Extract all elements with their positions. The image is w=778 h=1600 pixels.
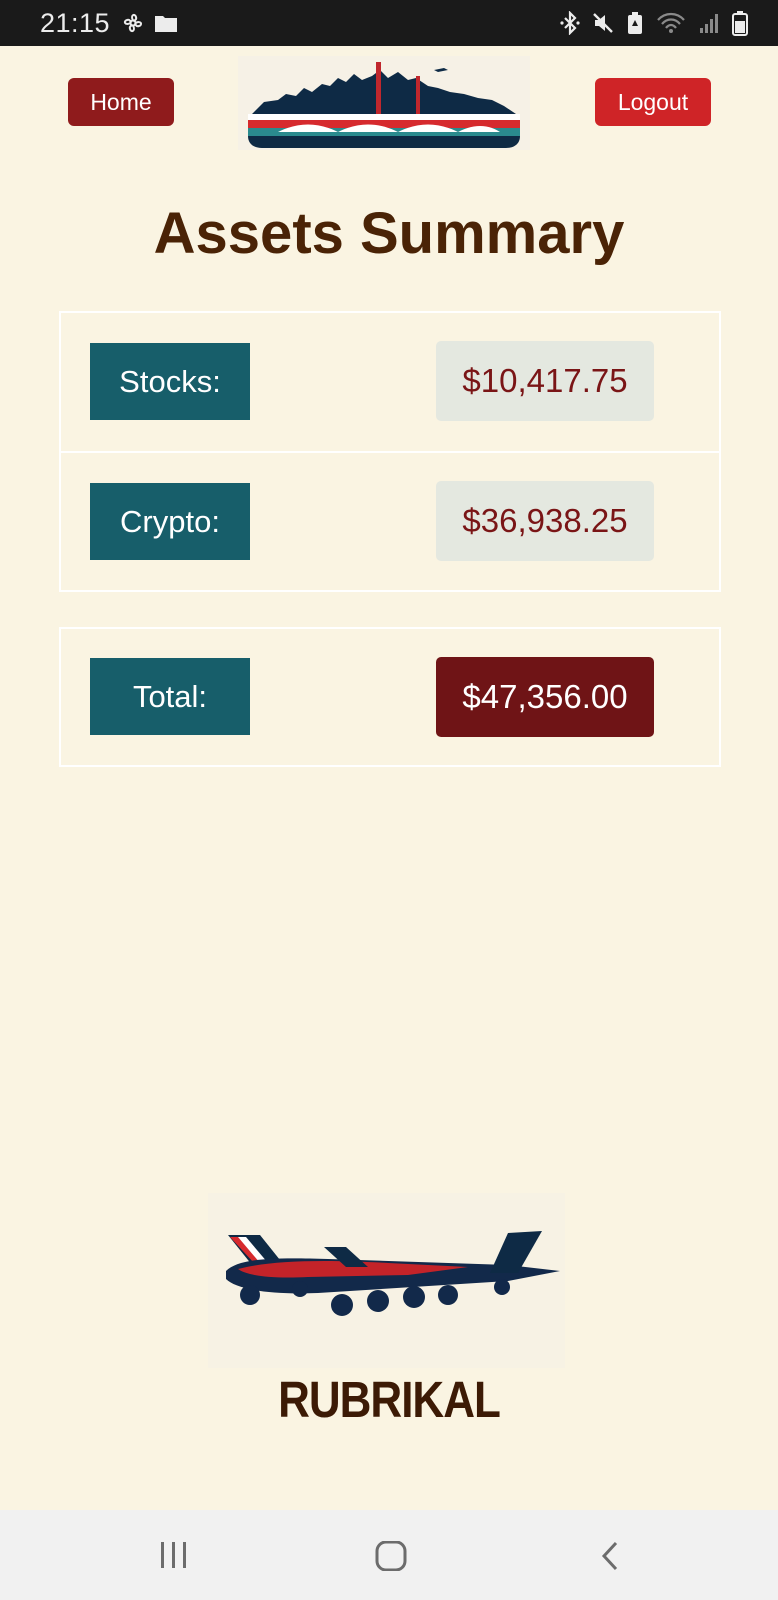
back-icon[interactable] [598,1541,622,1576]
assets-card: Stocks: $10,417.75 Crypto: $36,938.25 [59,311,721,592]
asset-row-crypto: Crypto: $36,938.25 [61,453,719,593]
wifi-icon [656,11,686,35]
folder-icon [154,13,178,33]
brand-name: RUBRIKAL [278,1372,501,1429]
total-label: Total: [90,658,250,735]
home-button[interactable]: Home [68,78,174,126]
asset-label: Stocks: [90,343,250,420]
total-value: $47,356.00 [436,657,654,737]
page-title: Assets Summary [153,201,625,266]
city-skyline-logo[interactable] [238,56,530,150]
status-bar: 21:15 [0,0,778,46]
battery-icon [732,10,748,36]
asset-value: $10,417.75 [436,341,654,421]
asset-value: $36,938.25 [436,481,654,561]
signal-icon [698,12,720,34]
logout-button[interactable]: Logout [595,78,711,126]
total-card: Total: $47,356.00 [59,627,721,767]
app-header: Home Logout [0,46,778,166]
asset-row-stocks: Stocks: $10,417.75 [61,313,719,453]
pinwheel-icon [122,12,144,34]
status-left-icons [122,12,178,34]
mute-icon [592,12,614,34]
system-nav-bar [0,1510,778,1600]
status-right-icons [560,10,748,36]
status-time: 21:15 [40,7,111,38]
bluetooth-icon [560,11,580,35]
asset-label: Crypto: [90,483,250,560]
recent-apps-icon[interactable] [158,1541,190,1574]
battery-saver-icon [626,11,644,35]
home-circle-icon[interactable] [374,1540,408,1576]
airplane-illustration [208,1193,565,1368]
